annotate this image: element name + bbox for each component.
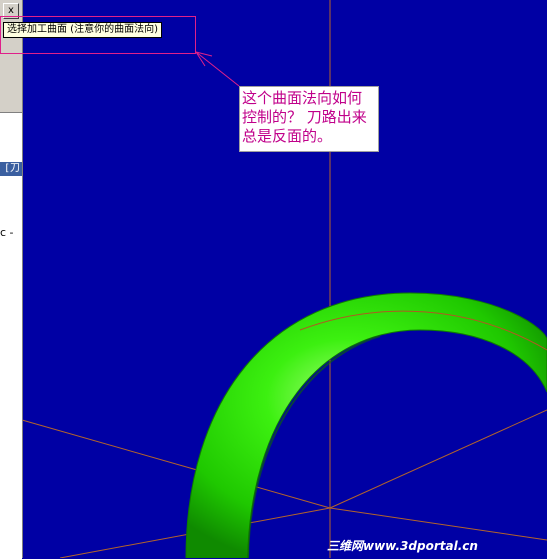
panel-list-area[interactable] [0, 112, 22, 559]
callout-pointer [195, 51, 240, 87]
axis-line-right-upper [329, 409, 547, 509]
list-text-fragment: c - [0, 226, 14, 239]
viewport-scene[interactable] [0, 0, 547, 558]
selected-list-row[interactable]: [刀 [0, 162, 22, 176]
left-dock-panel: x [刀 c - [0, 0, 23, 559]
site-watermark: 三维网www.3dportal.cn [327, 539, 478, 553]
axis-line-right [329, 507, 547, 541]
selection-prompt-tooltip: 选择加工曲面 (注意你的曲面法向) [3, 22, 162, 38]
axis-line-left-diagonal [21, 419, 331, 509]
annotation-note: 这个曲面法向如何控制的？ 刀路出来总是反面的。 [239, 86, 379, 152]
ring-surface[interactable] [185, 292, 547, 558]
